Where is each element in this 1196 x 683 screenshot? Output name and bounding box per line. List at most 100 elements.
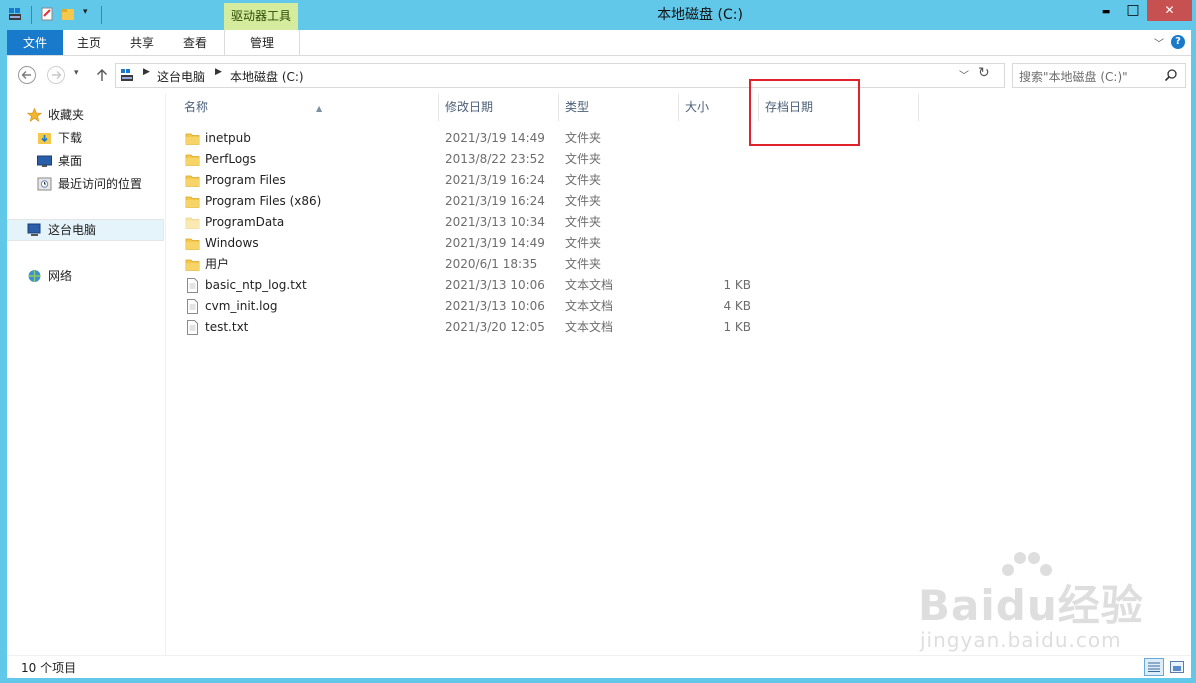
nav-desktop-label: 桌面 xyxy=(58,154,83,168)
file-type: 文件夹 xyxy=(565,236,602,250)
file-type: 文件夹 xyxy=(565,215,602,229)
file-row[interactable]: Windows 2021/3/19 14:49 文件夹 xyxy=(166,233,926,254)
nav-recent-label: 最近访问的位置 xyxy=(58,177,143,191)
folder-icon xyxy=(185,133,200,145)
large-icons-view-button[interactable] xyxy=(1167,658,1187,676)
favorites-star-icon xyxy=(27,108,42,122)
navigation-pane: 收藏夹 下载 桌面 最近访问的位置 这台电脑 网络 xyxy=(7,94,165,655)
close-icon: ✕ xyxy=(1164,3,1175,17)
search-icon[interactable] xyxy=(1164,68,1178,82)
file-row[interactable]: Program Files 2021/3/19 16:24 文件夹 xyxy=(166,170,926,191)
file-row[interactable]: PerfLogs 2013/8/22 23:52 文件夹 xyxy=(166,149,926,170)
file-name: basic_ntp_log.txt xyxy=(205,278,307,292)
folder-icon xyxy=(185,259,200,271)
column-size-label: 大小 xyxy=(685,100,710,114)
column-header-date[interactable]: 修改日期 xyxy=(439,94,559,121)
file-name: 用户 xyxy=(205,257,230,271)
details-view-button[interactable] xyxy=(1144,658,1164,676)
this-pc-icon xyxy=(27,223,41,236)
new-folder-icon[interactable] xyxy=(61,7,75,21)
file-modified-date: 2021/3/19 16:24 xyxy=(445,194,545,208)
file-name: Program Files xyxy=(205,173,286,187)
file-size: 4 KB xyxy=(723,299,751,313)
search-input[interactable]: 搜索"本地磁盘 (C:)" xyxy=(1012,63,1186,88)
up-icon[interactable] xyxy=(92,65,112,85)
status-bar: 10 个项目 xyxy=(7,655,1191,678)
file-type: 文本文档 xyxy=(565,278,614,292)
refresh-icon[interactable]: ↻ xyxy=(978,65,990,81)
context-tab-group-label: 驱动器工具 xyxy=(224,3,298,30)
window-title: 本地磁盘 (C:) xyxy=(657,7,743,23)
minimize-button[interactable]: ▬ xyxy=(1093,0,1119,21)
nav-favorites-label: 收藏夹 xyxy=(48,108,85,122)
tab-file[interactable]: 文件 xyxy=(7,30,63,55)
file-size: 1 KB xyxy=(723,320,751,334)
breadcrumb-local-disk[interactable]: 本地磁盘 (C:) xyxy=(230,68,304,85)
download-folder-icon xyxy=(38,133,51,144)
forward-icon[interactable] xyxy=(46,65,66,85)
column-name-label: 名称 xyxy=(184,100,209,114)
watermark: Baidu经验 jingyan.baidu.com xyxy=(918,550,1148,660)
nav-this-pc-label: 这台电脑 xyxy=(48,223,97,237)
file-modified-date: 2021/3/19 14:49 xyxy=(445,131,545,145)
tab-home[interactable]: 主页 xyxy=(67,30,111,55)
file-row[interactable]: ProgramData 2021/3/13 10:34 文件夹 xyxy=(166,212,926,233)
maximize-button[interactable]: □ xyxy=(1120,0,1146,21)
file-modified-date: 2021/3/13 10:34 xyxy=(445,215,545,229)
file-rows: inetpub 2021/3/19 14:49 文件夹 PerfLogs 2013/8/… xyxy=(166,128,926,348)
minimize-icon: ▬ xyxy=(1101,7,1111,17)
file-type: 文件夹 xyxy=(565,152,602,166)
help-icon[interactable]: ? xyxy=(1171,35,1185,49)
tab-manage[interactable]: 管理 xyxy=(224,30,300,55)
item-count: 10 个项目 xyxy=(21,661,77,675)
properties-icon[interactable] xyxy=(40,7,54,21)
recent-locations-icon[interactable]: ▾ xyxy=(74,68,79,78)
column-type-label: 类型 xyxy=(565,100,590,114)
file-name: Program Files (x86) xyxy=(205,194,322,208)
network-icon xyxy=(28,270,41,282)
file-name: inetpub xyxy=(205,131,251,145)
file-row[interactable]: test.txt 2021/3/20 12:05 文本文档 1 KB xyxy=(166,317,926,338)
breadcrumb-chevron-icon[interactable]: ▶ xyxy=(143,67,150,77)
file-type: 文件夹 xyxy=(565,173,602,187)
watermark-brand: Baidu经验 xyxy=(918,581,1144,630)
file-modified-date: 2013/8/22 23:52 xyxy=(445,152,545,166)
back-icon[interactable] xyxy=(17,65,37,85)
qat-customize-icon[interactable]: ▾ xyxy=(83,7,88,17)
breadcrumb-this-pc[interactable]: 这台电脑 xyxy=(157,68,205,85)
file-name: test.txt xyxy=(205,320,249,334)
this-pc-small-icon xyxy=(121,69,133,81)
file-name: PerfLogs xyxy=(205,152,257,166)
file-name: Windows xyxy=(205,236,259,250)
address-bar[interactable]: ▶ 这台电脑 ▶ 本地磁盘 (C:) ﹀ ↻ xyxy=(115,63,1005,88)
ribbon-tabs: 文件 主页 共享 查看 管理 ﹀ ? xyxy=(7,30,1191,56)
column-header-size[interactable]: 大小 xyxy=(679,94,759,121)
file-modified-date: 2020/6/1 18:35 xyxy=(445,257,538,271)
folder-icon xyxy=(185,196,200,208)
tab-share[interactable]: 共享 xyxy=(120,30,164,55)
folder-icon xyxy=(185,238,200,250)
file-row[interactable]: Program Files (x86) 2021/3/19 16:24 文件夹 xyxy=(166,191,926,212)
column-header-name[interactable]: 名称 ▲ xyxy=(178,94,439,121)
breadcrumb-chevron-icon[interactable]: ▶ xyxy=(215,67,222,77)
maximize-icon: □ xyxy=(1126,2,1140,18)
close-button[interactable]: ✕ xyxy=(1147,0,1192,21)
file-row[interactable]: cvm_init.log 2021/3/13 10:06 文本文档 4 KB xyxy=(166,296,926,317)
text-file-icon xyxy=(187,278,198,293)
expand-ribbon-icon[interactable]: ﹀ xyxy=(1154,35,1164,50)
column-date-label: 修改日期 xyxy=(445,100,494,114)
file-modified-date: 2021/3/13 10:06 xyxy=(445,278,545,292)
column-header-type[interactable]: 类型 xyxy=(559,94,679,121)
details-view-icon xyxy=(1148,662,1160,672)
file-modified-date: 2021/3/19 14:49 xyxy=(445,236,545,250)
tab-view[interactable]: 查看 xyxy=(173,30,217,55)
drive-app-icon xyxy=(9,8,21,20)
file-row[interactable]: basic_ntp_log.txt 2021/3/13 10:06 文本文档 1 KB xyxy=(166,275,926,296)
address-history-icon[interactable]: ﹀ xyxy=(959,67,969,82)
file-type: 文本文档 xyxy=(565,320,614,334)
navigation-bar: ▾ ▶ 这台电脑 ▶ 本地磁盘 (C:) ﹀ ↻ 搜索"本地磁盘 (C:)" xyxy=(7,56,1191,94)
large-icons-view-icon xyxy=(1170,661,1184,673)
search-placeholder: 搜索"本地磁盘 (C:)" xyxy=(1019,70,1128,84)
file-row[interactable]: 用户 2020/6/1 18:35 文件夹 xyxy=(166,254,926,275)
annotation-highlight-box xyxy=(749,79,860,146)
